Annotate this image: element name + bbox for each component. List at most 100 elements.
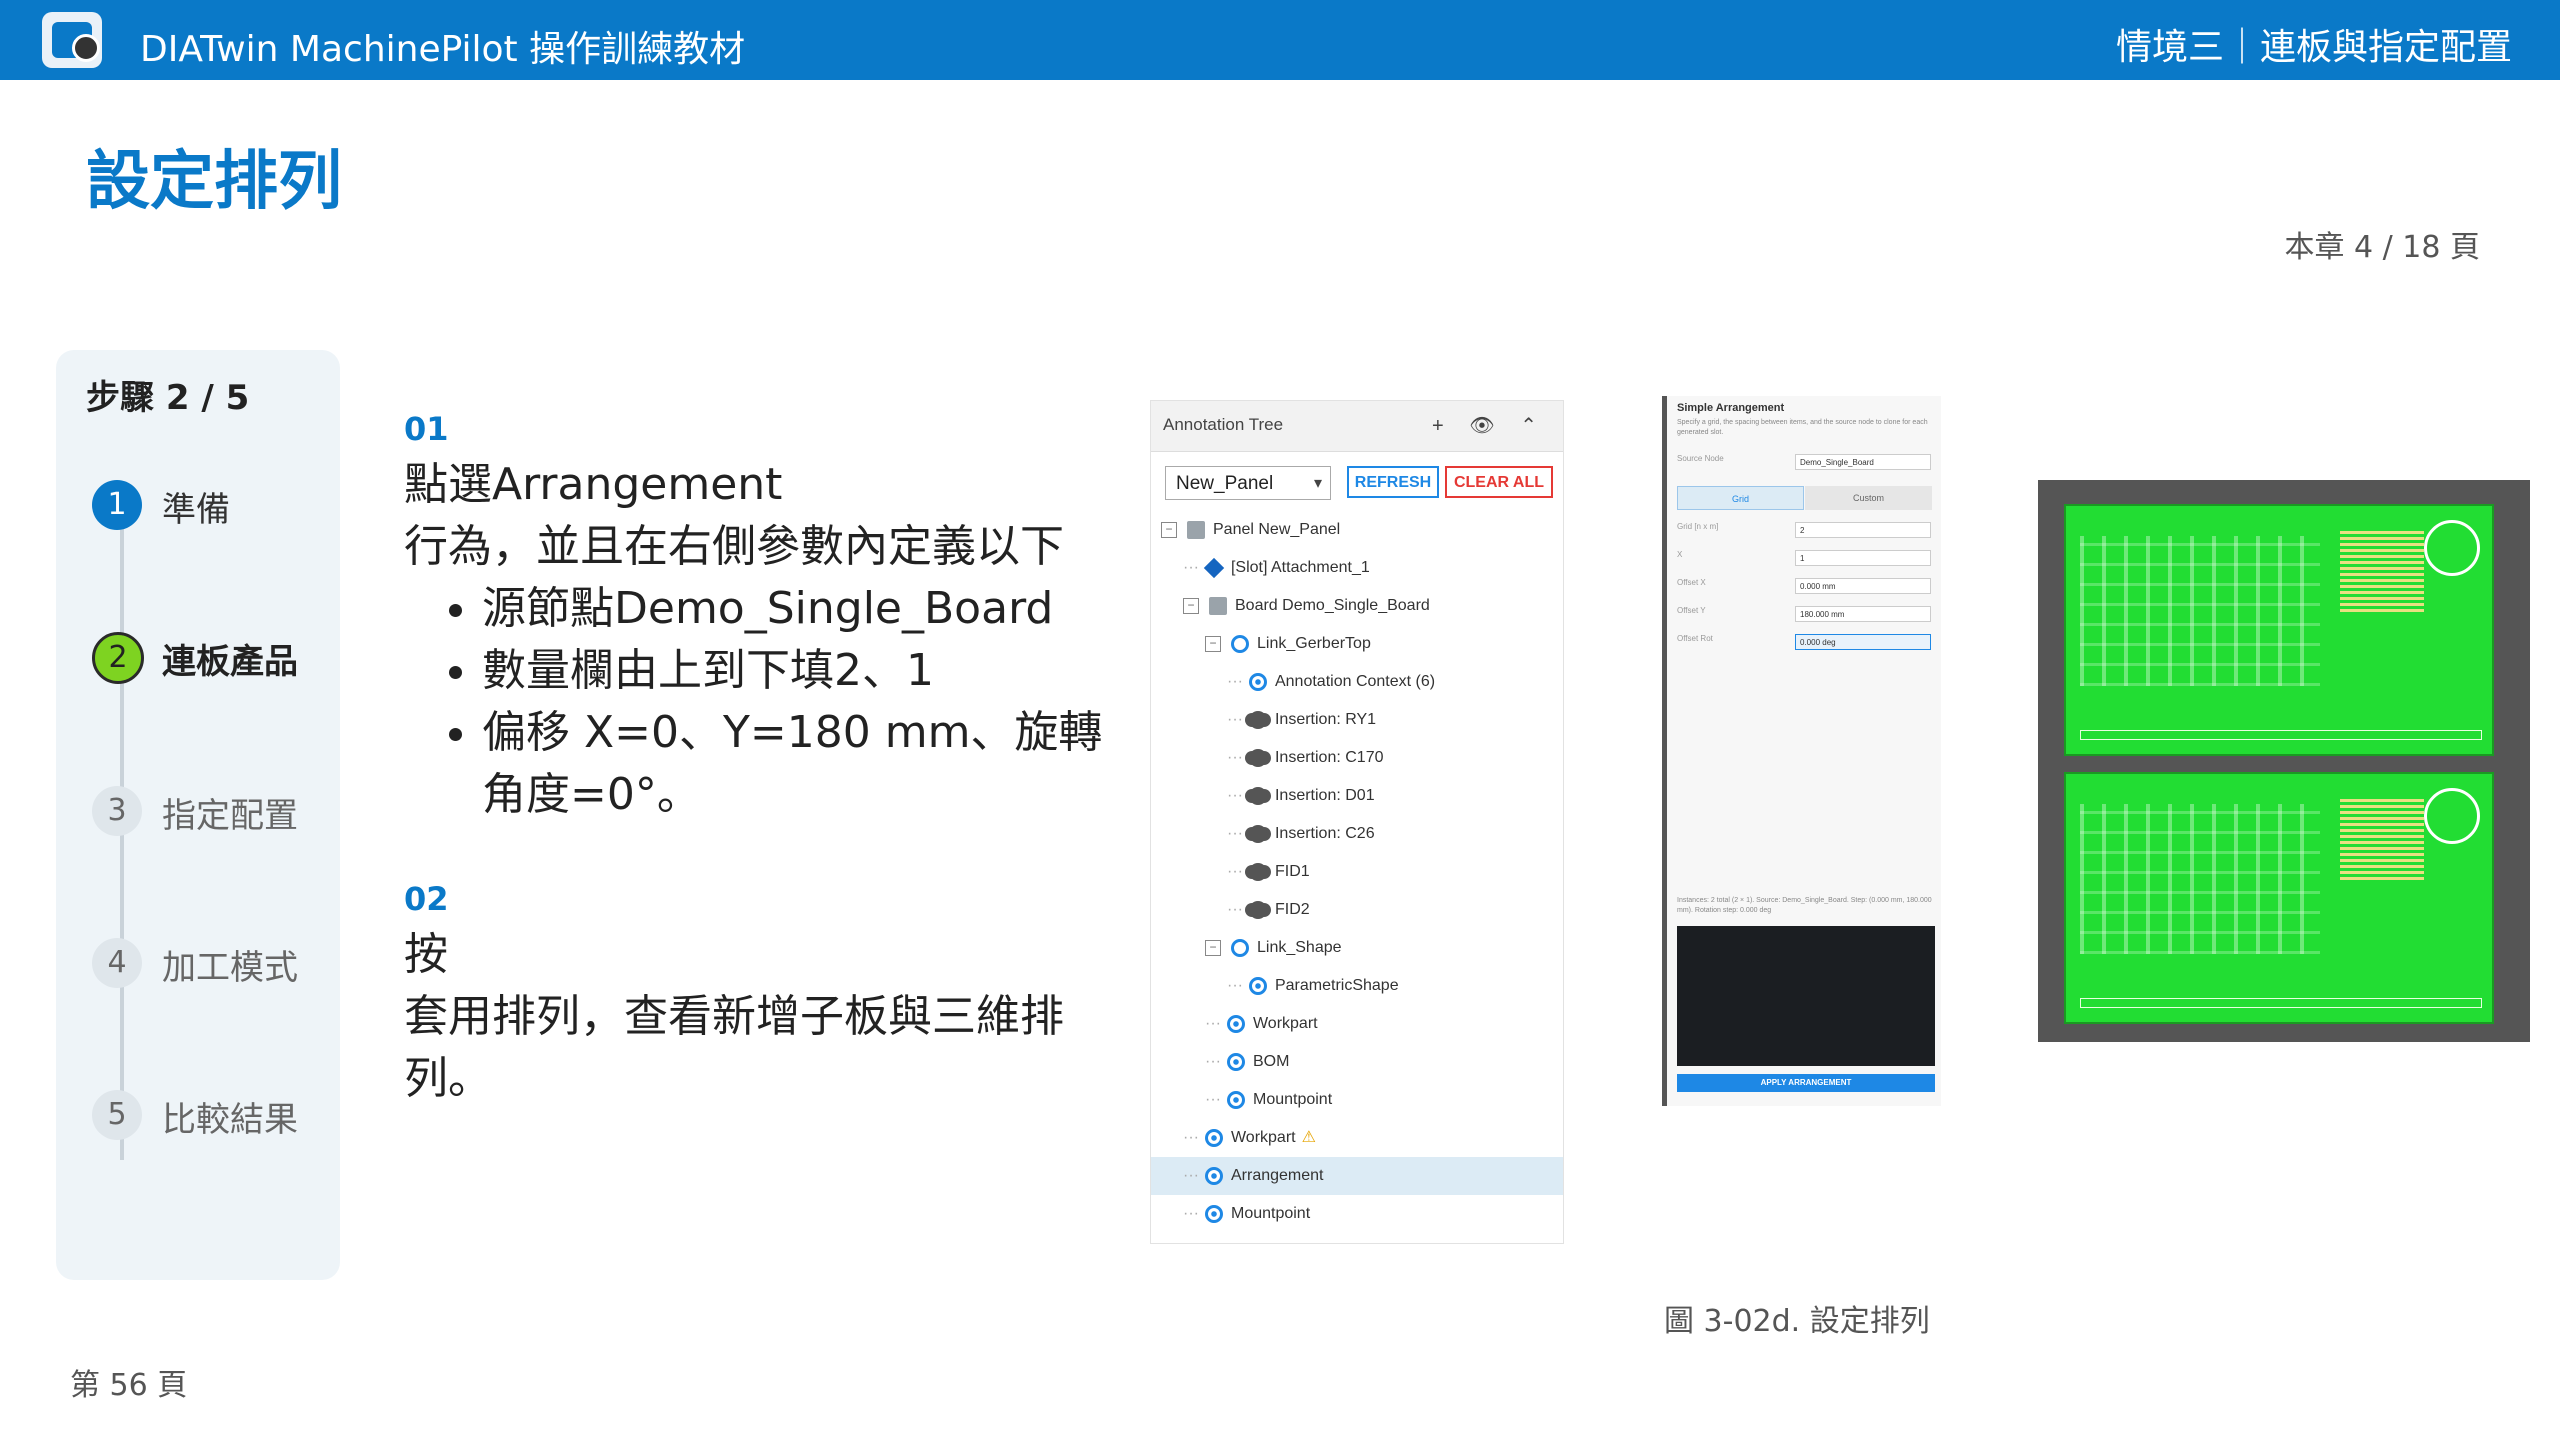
tree-node[interactable]: − Link_Shape xyxy=(1151,929,1563,967)
figure-caption: 圖 3-02d. 設定排列 xyxy=(1664,1304,1930,1339)
panel-select[interactable]: New_Panel xyxy=(1165,466,1331,501)
bullet-item: 數量欄由上到下填2、1 xyxy=(482,640,1104,702)
collapse-toggle-icon[interactable]: − xyxy=(1205,939,1221,956)
tree-node-label: BOM xyxy=(1252,1053,1290,1070)
step-number: 1 xyxy=(92,480,142,530)
annotation-tree-title: Annotation Tree xyxy=(1163,415,1284,434)
target-icon xyxy=(1226,1014,1245,1033)
tree-node-label: Link_Shape xyxy=(1257,939,1342,956)
field-label: X xyxy=(1677,550,1683,559)
tree-node[interactable]: ··· BOM xyxy=(1151,1043,1563,1081)
tab-custom[interactable]: Custom xyxy=(1805,486,1932,510)
step1-line2: 行為，並且在右側參數內定義以下 xyxy=(404,521,1064,572)
tree-node[interactable]: ··· Workpart xyxy=(1151,1005,1563,1043)
tree-node[interactable]: ··· Annotation Context (6) xyxy=(1151,663,1563,701)
tree-node[interactable]: ··· ParametricShape xyxy=(1151,967,1563,1005)
tree-connector: ··· xyxy=(1205,1091,1221,1108)
gear-icon xyxy=(1248,862,1267,881)
grid-count-input[interactable]: 2 xyxy=(1795,522,1931,538)
gear-icon xyxy=(1248,786,1267,805)
tree-node-label: Workpart xyxy=(1252,1015,1318,1032)
step2-number: 02 xyxy=(404,880,449,918)
tree-connector: ··· xyxy=(1227,901,1243,918)
tree-node[interactable]: ··· Insertion: D01 xyxy=(1151,777,1563,815)
step-item-5[interactable]: 5 比較結果 xyxy=(92,1086,332,1146)
tree-node-label: Mountpoint xyxy=(1230,1205,1311,1222)
tree-node[interactable]: ··· [Slot] Attachment_1 xyxy=(1151,549,1563,587)
tree-connector: ··· xyxy=(1227,787,1243,804)
collapse-toggle-icon[interactable]: − xyxy=(1183,597,1199,614)
offset-x-input[interactable]: 0.000 mm xyxy=(1795,578,1931,594)
field-label: Offset X xyxy=(1677,578,1706,587)
step-item-4[interactable]: 4 加工模式 xyxy=(92,934,332,994)
step-number: 4 xyxy=(92,938,142,988)
refresh-button[interactable]: REFRESH xyxy=(1347,466,1439,498)
gear-icon xyxy=(1248,710,1267,729)
step-label: 加工模式 xyxy=(162,948,298,988)
tree-connector: ··· xyxy=(1227,749,1243,766)
tree-node-label: Insertion: RY1 xyxy=(1274,711,1377,728)
step1-line1: 點選Arrangement xyxy=(404,459,783,510)
source-node-select[interactable]: Demo_Single_Board xyxy=(1795,454,1931,470)
tree-node[interactable]: ··· Mountpoint xyxy=(1151,1195,1563,1233)
tree-node-label: Mountpoint xyxy=(1252,1091,1333,1108)
source-node-label: Source Node xyxy=(1677,454,1724,463)
tree-node[interactable]: − Link_GerberTop xyxy=(1151,625,1563,663)
step1-bullets: 源節點Demo_Single_Board 數量欄由上到下填2、1 偏移 X=0、… xyxy=(404,578,1104,826)
app-title: DIATwin MachinePilot 操作訓練教材 xyxy=(140,29,746,70)
field-row: Grid [n x m] 2 xyxy=(1677,522,1932,540)
tree-header-icons[interactable]: + 👁 ⌃ xyxy=(1432,413,1547,438)
target-icon xyxy=(1226,1052,1245,1071)
warning-icon: ⚠ xyxy=(1301,1129,1316,1146)
step-label: 連板產品 xyxy=(162,642,298,682)
field-row: Offset Rot 0.000 deg xyxy=(1677,634,1932,652)
arrangement-subtitle: Specify a grid, the spacing between item… xyxy=(1677,419,1928,436)
tree-node-label: Annotation Context (6) xyxy=(1274,673,1436,690)
target-icon xyxy=(1204,1166,1223,1185)
section-title: 情境三｜連板與指定配置 xyxy=(2115,27,2512,68)
step-sidebar: 步驟 2 / 5 1 準備 2 連板產品 3 指定配置 4 加工模式 5 比較結… xyxy=(56,350,340,1280)
step2-text: 按 套用排列，查看新增子板與三維排列。 xyxy=(404,924,1104,1110)
tree-node-label: FID1 xyxy=(1274,863,1310,880)
field-row: Offset X 0.000 mm xyxy=(1677,578,1932,596)
link-icon xyxy=(1231,634,1249,653)
tree-node-label: Insertion: D01 xyxy=(1274,787,1375,804)
target-icon xyxy=(1204,1204,1223,1223)
tree-node[interactable]: ··· Insertion: C170 xyxy=(1151,739,1563,777)
step-item-2[interactable]: 2 連板產品 xyxy=(92,628,332,688)
tree-node-label: Insertion: C170 xyxy=(1274,749,1384,766)
arrangement-panel-screenshot: Simple Arrangement Specify a grid, the s… xyxy=(1662,396,1941,1106)
apply-arrangement-button[interactable]: APPLY ARRANGEMENT xyxy=(1677,1074,1935,1092)
x-count-input[interactable]: 1 xyxy=(1795,550,1931,566)
tree-node[interactable]: ··· Insertion: RY1 xyxy=(1151,701,1563,739)
tree-node[interactable]: − Board Demo_Single_Board xyxy=(1151,587,1563,625)
offset-y-input[interactable]: 180.000 mm xyxy=(1795,606,1931,622)
tree-node[interactable]: ··· Mountpoint xyxy=(1151,1081,1563,1119)
cube-icon xyxy=(1203,557,1225,578)
tree-connector: ··· xyxy=(1227,863,1243,880)
tree-node[interactable]: ··· Insertion: C26 xyxy=(1151,815,1563,853)
step-item-1[interactable]: 1 準備 xyxy=(92,476,332,536)
collapse-toggle-icon[interactable]: − xyxy=(1205,635,1221,652)
arrangement-preview xyxy=(1677,926,1935,1066)
tree-node-label: Arrangement xyxy=(1230,1167,1324,1184)
target-icon xyxy=(1248,976,1267,995)
page-title: 設定排列 xyxy=(86,145,342,219)
tree-connector: ··· xyxy=(1183,1167,1199,1184)
bullet-item: 偏移 X=0、Y=180 mm、旋轉角度=0°。 xyxy=(482,702,1104,826)
tree-connector: ··· xyxy=(1205,1015,1221,1032)
chapter-page-indicator: 本章 4 / 18 頁 xyxy=(2284,230,2480,265)
tree-node[interactable]: ··· Workpart ⚠ xyxy=(1151,1119,1563,1157)
gear-icon xyxy=(1248,824,1267,843)
tree-node[interactable]: ··· Arrangement xyxy=(1151,1157,1563,1195)
instruction-content: 01 點選Arrangement 行為，並且在右側參數內定義以下 源節點Demo… xyxy=(404,410,1104,1110)
tree-node[interactable]: − Panel New_Panel xyxy=(1151,511,1563,549)
clear-all-button[interactable]: CLEAR ALL xyxy=(1445,466,1553,498)
step-item-3[interactable]: 3 指定配置 xyxy=(92,782,332,842)
tree-node[interactable]: ··· FID2 xyxy=(1151,891,1563,929)
collapse-toggle-icon[interactable]: − xyxy=(1161,521,1177,538)
offset-rot-input[interactable]: 0.000 deg xyxy=(1795,634,1931,650)
tab-grid[interactable]: Grid xyxy=(1677,486,1804,510)
tree-node[interactable]: ··· FID1 xyxy=(1151,853,1563,891)
link-icon xyxy=(1231,938,1249,957)
